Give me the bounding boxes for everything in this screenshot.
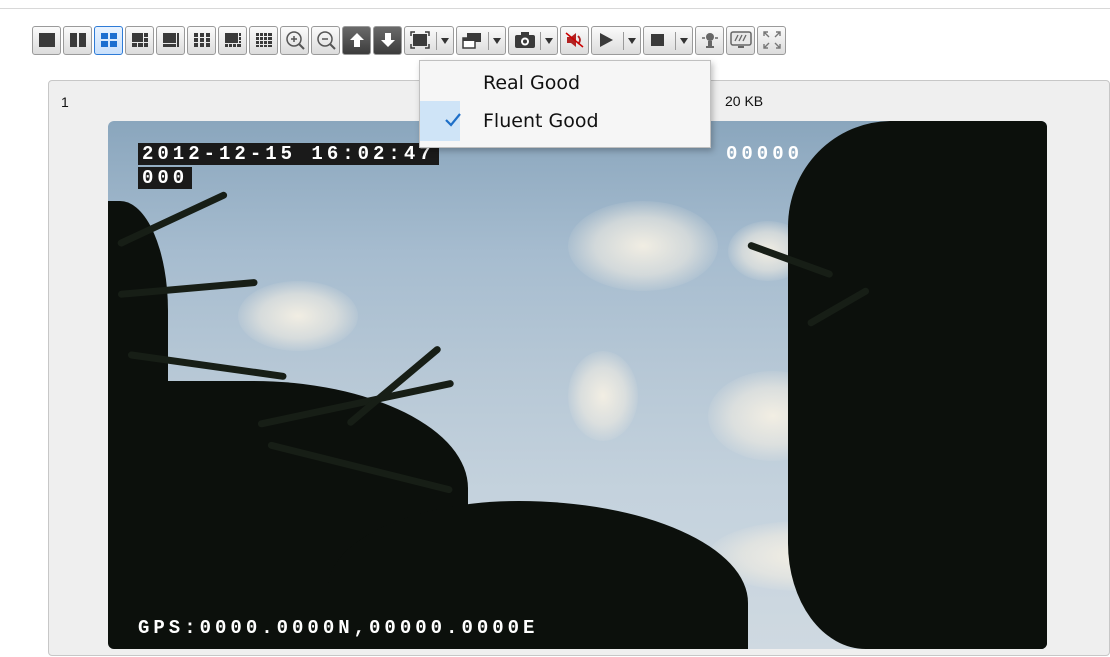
menu-item-fluent-good[interactable]: Fluent Good	[420, 103, 710, 139]
stream-quality-icon	[410, 31, 430, 49]
previous-page-icon	[349, 33, 364, 47]
ten-split-view-button[interactable]	[218, 25, 247, 55]
stop-icon	[651, 34, 664, 46]
osd-id-text: 00000	[726, 143, 804, 165]
play-icon	[600, 33, 613, 47]
single-view-button[interactable]	[32, 25, 61, 55]
video-channel-panel: 1 20 KB 2012-12-15 16:02:47 00000 000 GP…	[48, 80, 1110, 656]
osd-datetime-text: 2012-12-15 16:02:47	[138, 143, 439, 165]
intercom-button[interactable]	[695, 25, 724, 55]
checkmark-icon	[445, 113, 461, 127]
nine-split-view-icon	[193, 33, 210, 47]
zoom-in-button[interactable]	[280, 25, 309, 55]
zoom-out-button[interactable]	[311, 25, 340, 55]
split-separator	[488, 31, 489, 50]
six-split-view-icon	[131, 33, 148, 47]
snapshot-button[interactable]	[508, 25, 558, 55]
osd-gps-text: GPS:0000.0000N,00000.0000E	[138, 617, 539, 639]
osd-id: 00000	[726, 143, 803, 165]
osd-id-line2: 000	[138, 167, 193, 189]
two-split-view-button[interactable]	[63, 25, 92, 55]
next-page-button[interactable]	[373, 25, 402, 55]
cloud	[568, 351, 638, 441]
menu-item-real-good[interactable]: Real Good	[420, 65, 710, 101]
sixteen-split-view-button[interactable]	[249, 25, 278, 55]
zoom-out-icon	[316, 31, 336, 50]
osd-id-line2-text: 000	[138, 167, 193, 189]
menu-item-label: Real Good	[483, 72, 581, 94]
cloud	[568, 201, 718, 291]
nine-split-view-button[interactable]	[187, 25, 216, 55]
fullscreen-icon	[762, 31, 781, 49]
chevron-down-icon	[680, 37, 688, 44]
osd-datetime: 2012-12-15 16:02:47	[138, 143, 439, 165]
next-page-icon	[380, 33, 395, 47]
window-top-edge	[0, 0, 1110, 9]
previous-page-button[interactable]	[342, 25, 371, 55]
fullscreen-button[interactable]	[757, 25, 786, 55]
zoom-in-icon	[285, 31, 305, 50]
window-layout-icon	[462, 33, 481, 49]
monitor-icon	[729, 31, 752, 48]
four-split-view-icon	[100, 33, 117, 47]
stop-button[interactable]	[643, 25, 693, 55]
playback-button[interactable]	[591, 25, 641, 55]
cloud	[238, 281, 358, 351]
menu-item-label: Fluent Good	[483, 110, 599, 132]
chevron-down-icon	[628, 37, 636, 44]
single-view-icon	[38, 33, 55, 47]
four-split-view-button[interactable]	[94, 25, 123, 55]
video-toolbar	[32, 22, 786, 58]
speaker-mute-icon	[565, 32, 583, 48]
snapshot-camera-icon	[515, 32, 535, 48]
stream-quality-button[interactable]	[404, 25, 454, 55]
split-separator	[675, 31, 676, 50]
eight-split-view-icon	[162, 33, 179, 47]
two-split-view-icon	[69, 33, 86, 47]
ten-split-view-icon	[224, 33, 241, 47]
chevron-down-icon	[545, 37, 553, 44]
sixteen-split-view-icon	[255, 33, 272, 47]
tree-silhouette-right	[928, 501, 1047, 649]
intercom-icon	[701, 33, 718, 48]
split-separator	[540, 31, 541, 50]
monitor-button[interactable]	[726, 25, 755, 55]
bitrate-label: 20 KB	[725, 93, 764, 109]
window-layout-button[interactable]	[456, 25, 506, 55]
audio-mute-button[interactable]	[560, 25, 589, 55]
split-separator	[623, 31, 624, 50]
six-split-view-button[interactable]	[125, 25, 154, 55]
channel-number: 1	[61, 94, 69, 110]
chevron-down-icon	[441, 37, 449, 44]
stream-quality-menu: Real Good Fluent Good	[419, 60, 711, 148]
osd-gps: GPS:0000.0000N,00000.0000E	[138, 617, 538, 639]
split-separator	[436, 31, 437, 50]
eight-split-view-button[interactable]	[156, 25, 185, 55]
chevron-down-icon	[493, 37, 501, 44]
live-video-feed[interactable]: 2012-12-15 16:02:47 00000 000 GPS:0000.0…	[108, 121, 1047, 649]
